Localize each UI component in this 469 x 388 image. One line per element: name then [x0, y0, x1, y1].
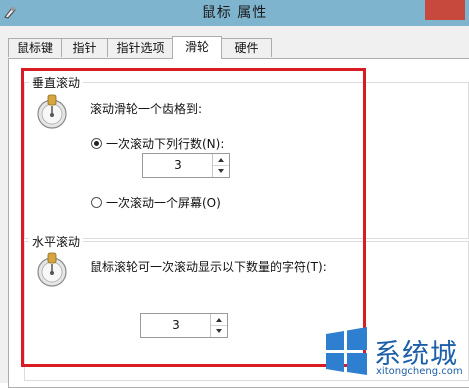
- tab-hardware[interactable]: 硬件: [221, 38, 272, 57]
- watermark: 系统城 xitongcheng.com: [318, 320, 468, 382]
- chars-spin-down-button[interactable]: [211, 326, 227, 337]
- horizontal-scroll-icon: [37, 252, 67, 287]
- horizontal-scroll-title: 水平滚动: [29, 233, 84, 250]
- lines-spinner-value[interactable]: 3: [143, 154, 213, 177]
- tab-mouse-buttons[interactable]: 鼠标键: [8, 38, 62, 57]
- chars-spinner[interactable]: 3: [140, 313, 228, 338]
- title-bar: 鼠标 属性: [0, 0, 469, 26]
- chars-spin-up-button[interactable]: [211, 314, 227, 326]
- tab-strip: 鼠标键 指针 指针选项 滑轮 硬件: [0, 36, 469, 59]
- vertical-scroll-icon: [37, 94, 67, 129]
- tab-wheel[interactable]: 滑轮: [172, 36, 222, 59]
- vertical-scroll-title: 垂直滚动: [29, 74, 84, 91]
- lines-spinner-buttons: [212, 154, 229, 177]
- lines-spin-up-button[interactable]: [213, 154, 229, 166]
- tab-pointer-options[interactable]: 指针选项: [107, 38, 174, 57]
- horizontal-scroll-prompt: 鼠标滚轮可一次滚动显示以下数量的字符(T):: [90, 260, 327, 274]
- lines-spinner[interactable]: 3: [142, 153, 230, 178]
- lines-spin-down-button[interactable]: [213, 166, 229, 177]
- chars-spinner-value[interactable]: 3: [141, 314, 211, 337]
- vertical-scroll-prompt: 滚动滑轮一个齿格到:: [90, 102, 203, 116]
- screen-radio-label[interactable]: 一次滚动一个屏幕(O): [106, 194, 221, 211]
- chars-spinner-buttons: [210, 314, 227, 337]
- window-title: 鼠标 属性: [201, 5, 268, 21]
- watermark-url: xitongcheng.com: [376, 366, 463, 377]
- screen-radio[interactable]: [91, 197, 102, 208]
- lines-radio-label[interactable]: 一次滚动下列行数(N):: [106, 135, 224, 152]
- close-button[interactable]: [425, 0, 465, 20]
- tab-pointers[interactable]: 指针: [61, 38, 108, 57]
- lines-radio[interactable]: [91, 138, 102, 149]
- windows-logo-icon: [326, 327, 367, 375]
